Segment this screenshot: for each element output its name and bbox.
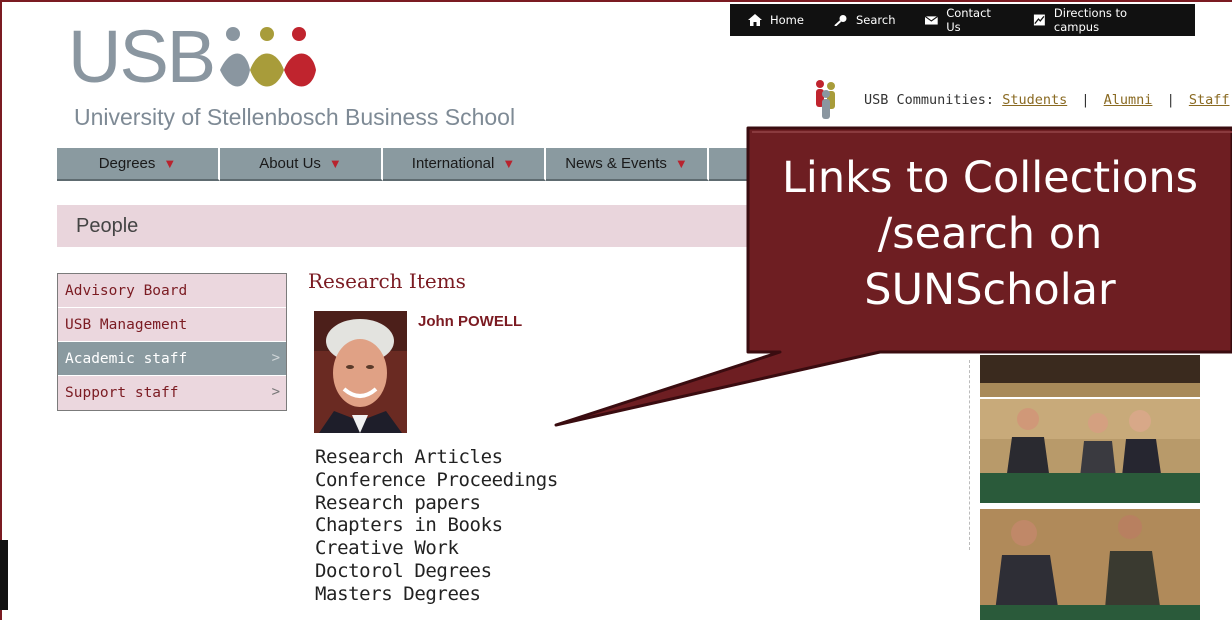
callout-line: Links to Collections: [781, 153, 1199, 203]
home-label: Home: [770, 13, 804, 27]
divider: [969, 360, 970, 550]
home-icon: [748, 14, 762, 26]
person-photo: [314, 311, 407, 433]
chevron-down-icon: ▼: [163, 156, 177, 171]
nav-news-events[interactable]: News & Events ▼: [546, 148, 709, 181]
nav-international[interactable]: International ▼: [383, 148, 546, 181]
communities-label: USB Communities:: [864, 92, 995, 108]
sidebar-item-label: Advisory Board: [65, 282, 188, 299]
nav-label: News & Events: [565, 155, 667, 172]
directions-link[interactable]: Directions to campus: [1033, 6, 1165, 34]
chevron-down-icon: ▼: [674, 156, 688, 171]
separator: |: [1081, 92, 1090, 108]
person-name[interactable]: John POWELL: [418, 313, 522, 330]
callout-line: SUNScholar: [864, 265, 1116, 315]
search-icon: [834, 15, 847, 26]
chevron-down-icon: ▼: [502, 156, 516, 171]
alumni-link[interactable]: Alumni: [1104, 92, 1153, 108]
nav-degrees[interactable]: Degrees ▼: [57, 148, 220, 181]
nav-label: Degrees: [98, 155, 156, 172]
sidebar-item-label: Academic staff: [65, 350, 188, 367]
page-title: People: [76, 215, 139, 237]
nav-label: International: [411, 155, 495, 172]
map-icon: [1034, 14, 1045, 26]
staff-link[interactable]: Staff: [1189, 92, 1230, 108]
people-icon: [816, 80, 835, 119]
contact-label: Contact Us: [946, 6, 991, 34]
meeting-photos: [980, 355, 1200, 620]
sidebar-item-usb-management[interactable]: USB Management: [58, 308, 286, 342]
students-link[interactable]: Students: [1002, 92, 1067, 108]
logo-subtitle: University of Stellenbosch Business Scho…: [74, 104, 516, 130]
chevron-right-icon: >: [271, 350, 280, 366]
nav-label: About Us: [259, 155, 321, 172]
search-label: Search: [855, 13, 896, 27]
envelope-icon: [925, 15, 939, 25]
window-edge: [0, 540, 8, 610]
research-link[interactable]: Research papers: [315, 492, 558, 515]
contact-link[interactable]: Contact Us: [925, 6, 1003, 34]
sidebar-item-label: Support staff: [65, 385, 179, 401]
chevron-down-icon: ▼: [328, 156, 342, 171]
sidebar-item-support-staff[interactable]: Support staff >: [58, 376, 286, 410]
research-link[interactable]: Research Articles: [315, 446, 558, 469]
research-link[interactable]: Creative Work: [315, 537, 558, 560]
sidebar-item-academic-staff[interactable]: Academic staff >: [58, 342, 286, 376]
logo-acronym: USB: [68, 15, 216, 98]
chevron-right-icon: >: [271, 384, 280, 400]
callout-text: Links to Collections /search on SUNSchol…: [748, 150, 1232, 318]
search-link[interactable]: Search: [834, 13, 896, 27]
side-menu: Advisory Board USB Management Academic s…: [57, 273, 287, 411]
separator: |: [1166, 92, 1175, 108]
research-link[interactable]: Conference Proceedings: [315, 469, 558, 492]
nav-about-us[interactable]: About Us ▼: [220, 148, 383, 181]
research-heading: Research Items: [308, 269, 466, 293]
research-link[interactable]: Doctorol Degrees: [315, 560, 558, 583]
callout-line: /search on: [877, 209, 1103, 259]
logo-dots-icon: [220, 27, 316, 87]
sidebar-item-label: USB Management: [65, 316, 188, 333]
usb-logo[interactable]: USB University of Stellenbosch Business …: [68, 15, 515, 131]
research-link[interactable]: Chapters in Books: [315, 514, 558, 537]
research-link[interactable]: Masters Degrees: [315, 583, 558, 606]
utility-bar: Home Search Contact Us Directions to cam…: [730, 4, 1195, 36]
directions-label: Directions to campus: [1053, 6, 1128, 34]
sidebar-item-advisory-board[interactable]: Advisory Board: [58, 274, 286, 308]
research-links-list: Research Articles Conference Proceedings…: [315, 446, 558, 606]
communities-bar: USB Communities: Students | Alumni | Sta…: [810, 78, 1229, 122]
home-link[interactable]: Home: [748, 13, 804, 27]
